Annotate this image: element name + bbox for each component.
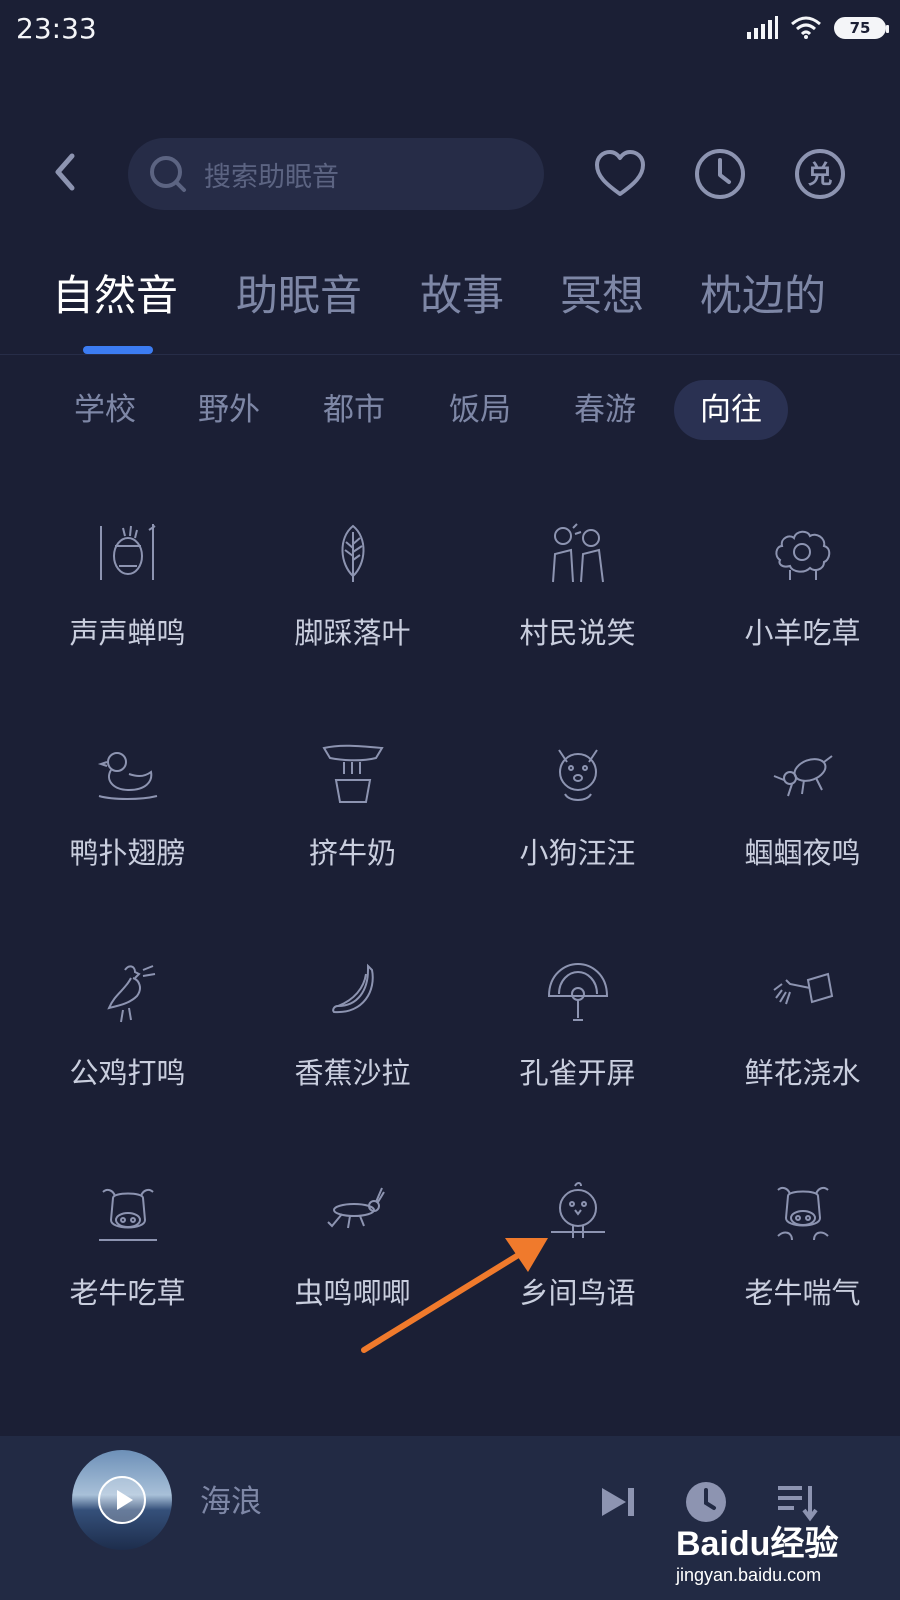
sound-label: 村民说笑 [519,616,636,650]
sound-label: 脚踩落叶 [294,616,411,650]
subtab-yearning[interactable]: 向往 [674,380,788,440]
sound-label: 蝈蝈夜鸣 [744,836,861,870]
duck-icon [97,752,158,800]
cow-icon [99,1188,157,1241]
subcategory-tabs: 学校 野外 都市 饭局 春游 向往 [0,380,900,440]
track-title: 海浪 [200,1484,262,1520]
top-toolbar: 搜索助眠音 兑 [0,136,900,210]
heart-icon[interactable] [592,146,648,202]
subtab-outdoors[interactable]: 野外 [198,380,260,440]
bird-icon [551,1182,605,1238]
tab-stories[interactable]: 故事 [420,262,504,323]
tabs-divider [0,354,900,355]
subtab-spring-outing[interactable]: 春游 [574,380,636,440]
active-tab-indicator [83,346,153,354]
grasshopper-icon [327,1187,385,1229]
subtab-school[interactable]: 学校 [74,380,136,440]
sound-label: 鸭扑翅膀 [69,836,186,870]
milking-icon [322,744,384,803]
sound-label: 挤牛奶 [308,836,396,870]
next-track-icon[interactable] [596,1480,640,1524]
peacock-icon [547,962,609,1021]
leaf-icon [341,524,365,582]
tab-nature-sounds[interactable]: 自然音 [52,262,178,323]
status-time: 23:33 [16,12,97,45]
sound-label: 声声蝉鸣 [69,616,186,650]
villagers-icon [552,523,604,583]
rooster-icon [107,965,156,1023]
sound-label: 鲜花浇水 [744,1056,861,1090]
sound-label: 乡间鸟语 [519,1276,636,1310]
cow-breathing-icon [777,1186,829,1241]
baidu-watermark: Baidu经验 jingyan.baidu.com [676,1516,876,1588]
sound-label: 老牛喘气 [744,1276,861,1310]
redeem-label: 兑 [807,160,832,189]
category-tabs: 自然音 助眠音 故事 冥想 枕边的 [0,262,900,354]
status-bar: 23:33 75 [0,0,900,64]
subtab-city[interactable]: 都市 [323,380,385,440]
sound-label: 孔雀开屏 [519,1056,636,1090]
tab-bedside[interactable]: 枕边的 [700,262,860,323]
subtab-dinner[interactable]: 饭局 [449,380,511,440]
search-input[interactable]: 搜索助眠音 [128,138,544,210]
sound-label: 公鸡打鸣 [69,1056,186,1090]
sound-label: 虫鸣唧唧 [294,1276,411,1310]
dog-icon [558,749,598,801]
search-placeholder: 搜索助眠音 [204,161,339,193]
katydid-icon [773,755,833,797]
play-icon[interactable] [98,1476,146,1524]
redeem-icon[interactable]: 兑 [792,146,848,202]
banana-icon [332,963,374,1014]
watering-can-icon [773,972,834,1005]
cicada-icon [100,524,156,580]
watermark-title: Baidu经验 [676,1525,839,1563]
search-icon [150,156,186,192]
clock-icon[interactable] [692,146,748,202]
back-icon[interactable] [44,150,84,194]
watermark-url: jingyan.baidu.com [676,1565,822,1585]
tab-meditation[interactable]: 冥想 [560,262,644,323]
signal-icon [747,16,778,39]
track-cover[interactable] [72,1450,172,1550]
tab-sleep-sounds[interactable]: 助眠音 [236,262,362,323]
sound-label: 小羊吃草 [744,616,861,650]
sound-label: 老牛吃草 [69,1276,186,1310]
sound-label: 香蕉沙拉 [294,1056,411,1090]
sheep-icon [775,530,831,580]
battery-indicator: 75 [834,17,889,39]
wifi-icon [791,16,821,39]
sound-label: 小狗汪汪 [519,836,636,870]
